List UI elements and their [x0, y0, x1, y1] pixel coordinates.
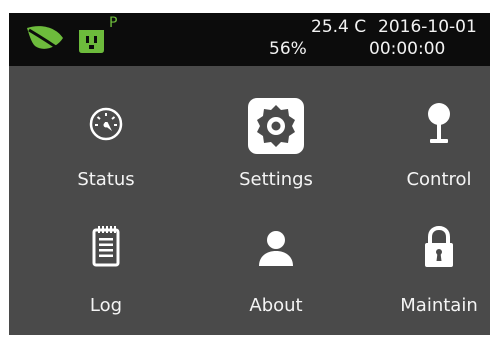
- time-readout: 00:00:00: [369, 39, 446, 59]
- humidity-readout: 56%: [269, 39, 307, 59]
- menu-item-log[interactable]: Log: [36, 225, 176, 325]
- status-bar: P 25.4 C 2016-10-01 56% 00:00:00: [9, 13, 490, 66]
- menu-item-about[interactable]: About: [206, 225, 346, 325]
- menu-label-about: About: [249, 295, 303, 316]
- person-icon: [259, 231, 293, 266]
- menu-item-control[interactable]: Control: [369, 97, 490, 197]
- menu-item-maintain[interactable]: Maintain: [369, 225, 490, 325]
- gear-icon: [248, 98, 304, 154]
- menu-label-status: Status: [77, 169, 135, 190]
- menu-item-settings[interactable]: Settings: [206, 97, 346, 197]
- joystick-icon: [428, 103, 450, 143]
- date-readout: 2016-10-01: [378, 17, 477, 37]
- gauge-icon: [89, 107, 123, 141]
- plug-status-indicator: P: [109, 15, 118, 31]
- menu-item-status[interactable]: Status: [36, 97, 176, 197]
- menu-label-log: Log: [89, 295, 123, 316]
- padlock-icon: [425, 225, 453, 267]
- notepad-icon: [92, 226, 120, 267]
- menu-label-control: Control: [406, 169, 472, 190]
- leaf-icon: [27, 26, 64, 54]
- power-socket-icon: [79, 30, 104, 53]
- menu-label-maintain: Maintain: [400, 295, 478, 316]
- temperature-readout: 25.4 C: [311, 17, 367, 37]
- device-screen: P 25.4 C 2016-10-01 56% 00:00:00 Status: [9, 13, 490, 335]
- menu-label-settings: Settings: [239, 169, 313, 190]
